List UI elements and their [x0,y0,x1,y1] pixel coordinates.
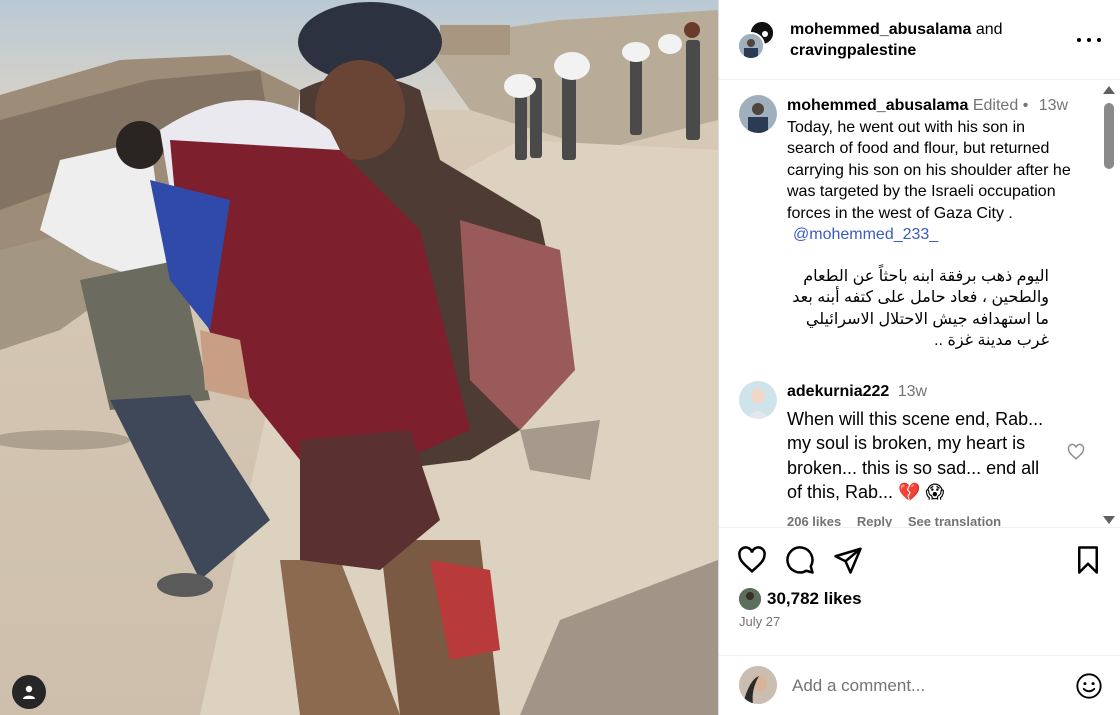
header-user-1[interactable]: mohemmed_abusalama [790,21,971,38]
person-icon [23,685,35,699]
comment-like-heart-icon[interactable] [1067,443,1085,461]
avatar [739,588,761,610]
tagged-people-button[interactable] [12,675,46,709]
likes-row[interactable]: 30,782 likes [739,587,862,611]
scroll-down-arrow-icon[interactable] [1103,516,1115,524]
header-user-2[interactable]: cravingpalestine [790,42,916,59]
comments-list[interactable]: mohemmed_abusalama Edited • 13w Today, h… [719,81,1120,528]
comment-emojis: 💔 😱 [898,482,945,502]
comment-likes[interactable]: 206 likes [787,514,841,528]
avatar[interactable] [739,381,777,419]
edited-label: Edited [972,97,1019,114]
emoji-icon[interactable] [1075,672,1103,700]
post-actions [719,545,1120,577]
add-comment-input[interactable] [792,673,1052,699]
caption-username[interactable]: mohemmed_abusalama [787,97,968,114]
reply-button[interactable]: Reply [857,514,892,528]
header-usernames: mohemmed_abusalama and cravingpalestine [790,19,1060,61]
comment-bubble-icon[interactable] [785,545,815,575]
post-photo [0,0,718,715]
photo-illustration [0,0,718,715]
see-translation-button[interactable]: See translation [908,514,1001,528]
comments-scrollbar[interactable] [1103,81,1119,527]
post-header: mohemmed_abusalama and cravingpalestine [719,0,1120,80]
avatar[interactable] [739,95,777,133]
caption-arabic-text: اليوم ذهب برفقة ابنه باحثاً عن الطعام وا… [792,267,1049,350]
comment-time[interactable]: 13w [898,383,927,400]
collab-avatars[interactable] [737,20,775,60]
post-date[interactable]: July 27 [739,614,780,629]
avatar [739,666,777,704]
scroll-up-arrow-icon[interactable] [1103,86,1115,94]
post-side-panel: mohemmed_abusalama and cravingpalestine … [718,0,1120,715]
separator-dot: • [1022,97,1029,114]
avatar [737,32,765,60]
caption-mention[interactable]: @mohemmed_233_ [793,226,938,243]
add-comment-bar [719,655,1120,715]
like-heart-icon[interactable] [737,545,767,575]
more-options-button[interactable] [1077,30,1101,50]
share-send-icon[interactable] [833,545,863,575]
comment-username[interactable]: adekurnia222 [787,383,889,400]
header-joiner: and [971,21,1003,38]
dot-icon [1077,38,1081,42]
likes-count[interactable]: 30,782 likes [767,589,862,609]
caption-text: Today, he went out with his son in searc… [787,118,1071,222]
caption-time[interactable]: 13w [1039,97,1068,114]
dot-icon [1097,38,1101,42]
save-bookmark-icon[interactable] [1073,545,1103,575]
scrollbar-thumb[interactable] [1104,103,1114,169]
dot-icon [1087,38,1091,42]
